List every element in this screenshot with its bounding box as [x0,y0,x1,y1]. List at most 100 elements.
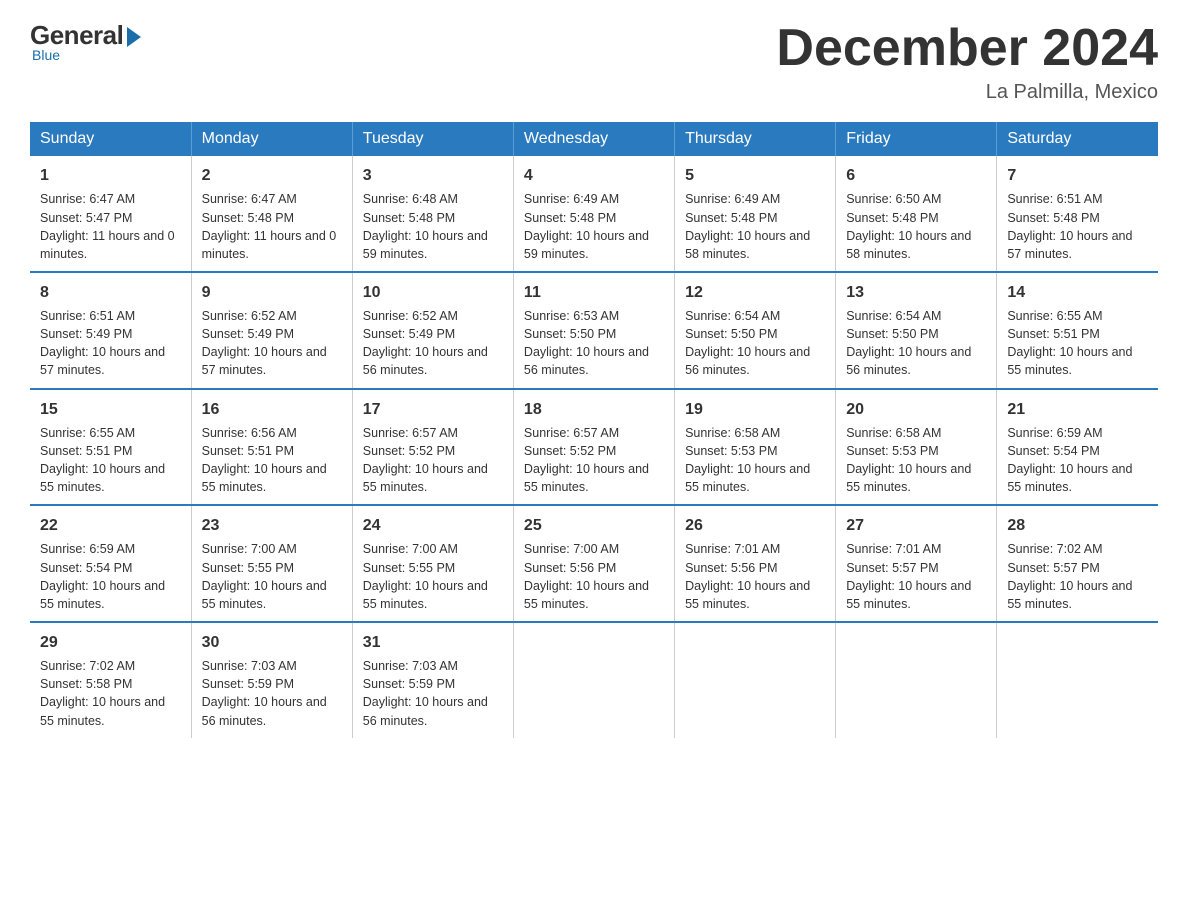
day-info: Sunrise: 6:49 AMSunset: 5:48 PMDaylight:… [524,190,664,263]
calendar-cell: 19 Sunrise: 6:58 AMSunset: 5:53 PMDayligh… [675,389,836,506]
calendar-cell [675,622,836,738]
day-number: 31 [363,631,503,654]
calendar-cell: 15 Sunrise: 6:55 AMSunset: 5:51 PMDayligh… [30,389,191,506]
calendar-cell: 8Sunrise: 6:51 AMSunset: 5:49 PMDaylight… [30,272,191,389]
calendar-cell: 24Sunrise: 7:00 AMSunset: 5:55 PMDayligh… [352,505,513,622]
calendar-cell: 9 Sunrise: 6:52 AMSunset: 5:49 PMDaylight… [191,272,352,389]
day-info: Sunrise: 6:59 AMSunset: 5:54 PMDaylight:… [1007,424,1148,497]
logo-arrow-icon [127,27,141,47]
day-info: Sunrise: 7:00 AMSunset: 5:56 PMDaylight:… [524,540,664,613]
weekday-header-friday: Friday [836,122,997,156]
day-number: 2 [202,164,342,187]
month-title: December 2024 [776,20,1158,77]
calendar-cell: 13 Sunrise: 6:54 AMSunset: 5:50 PMDayligh… [836,272,997,389]
calendar-cell: 21 Sunrise: 6:59 AMSunset: 5:54 PMDayligh… [997,389,1158,506]
day-info: Sunrise: 7:01 AMSunset: 5:57 PMDaylight:… [846,540,986,613]
day-info: Sunrise: 6:56 AMSunset: 5:51 PMDaylight:… [202,424,342,497]
calendar-week-row: 1 Sunrise: 6:47 AMSunset: 5:47 PMDaylight… [30,156,1158,272]
day-info: Sunrise: 6:57 AMSunset: 5:52 PMDaylight:… [363,424,503,497]
weekday-header-row: SundayMondayTuesdayWednesdayThursdayFrid… [30,122,1158,156]
calendar-table: SundayMondayTuesdayWednesdayThursdayFrid… [30,122,1158,737]
day-number: 22 [40,514,181,537]
calendar-cell: 22 Sunrise: 6:59 AMSunset: 5:54 PMDayligh… [30,505,191,622]
day-info: Sunrise: 6:53 AMSunset: 5:50 PMDaylight:… [524,307,664,380]
calendar-cell [513,622,674,738]
day-info: Sunrise: 7:00 AMSunset: 5:55 PMDaylight:… [363,540,503,613]
calendar-cell: 25 Sunrise: 7:00 AMSunset: 5:56 PMDayligh… [513,505,674,622]
day-number: 20 [846,398,986,421]
calendar-cell: 4 Sunrise: 6:49 AMSunset: 5:48 PMDaylight… [513,156,674,272]
day-info: Sunrise: 6:49 AMSunset: 5:48 PMDaylight:… [685,190,825,263]
weekday-header-saturday: Saturday [997,122,1158,156]
day-info: Sunrise: 6:52 AMSunset: 5:49 PMDaylight:… [202,307,342,380]
day-number: 25 [524,514,664,537]
day-info: Sunrise: 7:03 AMSunset: 5:59 PMDaylight:… [363,657,503,730]
calendar-cell: 17 Sunrise: 6:57 AMSunset: 5:52 PMDayligh… [352,389,513,506]
day-info: Sunrise: 6:57 AMSunset: 5:52 PMDaylight:… [524,424,664,497]
weekday-header-wednesday: Wednesday [513,122,674,156]
day-number: 17 [363,398,503,421]
calendar-cell [997,622,1158,738]
day-info: Sunrise: 6:58 AMSunset: 5:53 PMDaylight:… [685,424,825,497]
day-info: Sunrise: 6:52 AMSunset: 5:49 PMDaylight:… [363,307,503,380]
title-area: December 2024 La Palmilla, Mexico [776,20,1158,104]
location-text: La Palmilla, Mexico [776,81,1158,104]
day-info: Sunrise: 6:51 AMSunset: 5:48 PMDaylight:… [1007,190,1148,263]
day-number: 9 [202,281,342,304]
day-info: Sunrise: 6:54 AMSunset: 5:50 PMDaylight:… [685,307,825,380]
logo: General Blue [30,20,141,63]
calendar-cell: 3Sunrise: 6:48 AMSunset: 5:48 PMDaylight… [352,156,513,272]
calendar-cell: 20Sunrise: 6:58 AMSunset: 5:53 PMDayligh… [836,389,997,506]
day-info: Sunrise: 6:51 AMSunset: 5:49 PMDaylight:… [40,307,181,380]
calendar-cell: 14 Sunrise: 6:55 AMSunset: 5:51 PMDayligh… [997,272,1158,389]
day-number: 28 [1007,514,1148,537]
page-header: General Blue December 2024 La Palmilla, … [30,20,1158,104]
day-number: 18 [524,398,664,421]
calendar-cell: 1 Sunrise: 6:47 AMSunset: 5:47 PMDaylight… [30,156,191,272]
weekday-header-monday: Monday [191,122,352,156]
day-info: Sunrise: 6:47 AMSunset: 5:47 PMDaylight:… [40,190,181,263]
calendar-cell: 16 Sunrise: 6:56 AMSunset: 5:51 PMDayligh… [191,389,352,506]
calendar-cell [836,622,997,738]
day-number: 27 [846,514,986,537]
day-info: Sunrise: 7:03 AMSunset: 5:59 PMDaylight:… [202,657,342,730]
calendar-cell: 28 Sunrise: 7:02 AMSunset: 5:57 PMDayligh… [997,505,1158,622]
calendar-cell: 26Sunrise: 7:01 AMSunset: 5:56 PMDayligh… [675,505,836,622]
day-number: 11 [524,281,664,304]
day-info: Sunrise: 7:02 AMSunset: 5:57 PMDaylight:… [1007,540,1148,613]
day-info: Sunrise: 7:01 AMSunset: 5:56 PMDaylight:… [685,540,825,613]
day-info: Sunrise: 6:54 AMSunset: 5:50 PMDaylight:… [846,307,986,380]
day-number: 13 [846,281,986,304]
day-info: Sunrise: 6:50 AMSunset: 5:48 PMDaylight:… [846,190,986,263]
logo-blue-text: Blue [32,47,60,63]
day-number: 3 [363,164,503,187]
weekday-header-tuesday: Tuesday [352,122,513,156]
day-number: 4 [524,164,664,187]
day-info: Sunrise: 6:47 AMSunset: 5:48 PMDaylight:… [202,190,342,263]
day-number: 23 [202,514,342,537]
day-number: 10 [363,281,503,304]
day-number: 30 [202,631,342,654]
calendar-week-row: 15 Sunrise: 6:55 AMSunset: 5:51 PMDayligh… [30,389,1158,506]
day-number: 15 [40,398,181,421]
day-number: 29 [40,631,181,654]
day-number: 14 [1007,281,1148,304]
weekday-header-sunday: Sunday [30,122,191,156]
calendar-cell: 12 Sunrise: 6:54 AMSunset: 5:50 PMDayligh… [675,272,836,389]
day-info: Sunrise: 6:55 AMSunset: 5:51 PMDaylight:… [1007,307,1148,380]
day-info: Sunrise: 6:55 AMSunset: 5:51 PMDaylight:… [40,424,181,497]
day-info: Sunrise: 7:00 AMSunset: 5:55 PMDaylight:… [202,540,342,613]
day-number: 7 [1007,164,1148,187]
day-number: 12 [685,281,825,304]
calendar-cell: 5 Sunrise: 6:49 AMSunset: 5:48 PMDaylight… [675,156,836,272]
day-number: 16 [202,398,342,421]
day-info: Sunrise: 6:59 AMSunset: 5:54 PMDaylight:… [40,540,181,613]
day-number: 6 [846,164,986,187]
calendar-cell: 6 Sunrise: 6:50 AMSunset: 5:48 PMDaylight… [836,156,997,272]
day-info: Sunrise: 7:02 AMSunset: 5:58 PMDaylight:… [40,657,181,730]
day-number: 5 [685,164,825,187]
day-number: 1 [40,164,181,187]
day-number: 21 [1007,398,1148,421]
calendar-cell: 23 Sunrise: 7:00 AMSunset: 5:55 PMDayligh… [191,505,352,622]
day-number: 19 [685,398,825,421]
